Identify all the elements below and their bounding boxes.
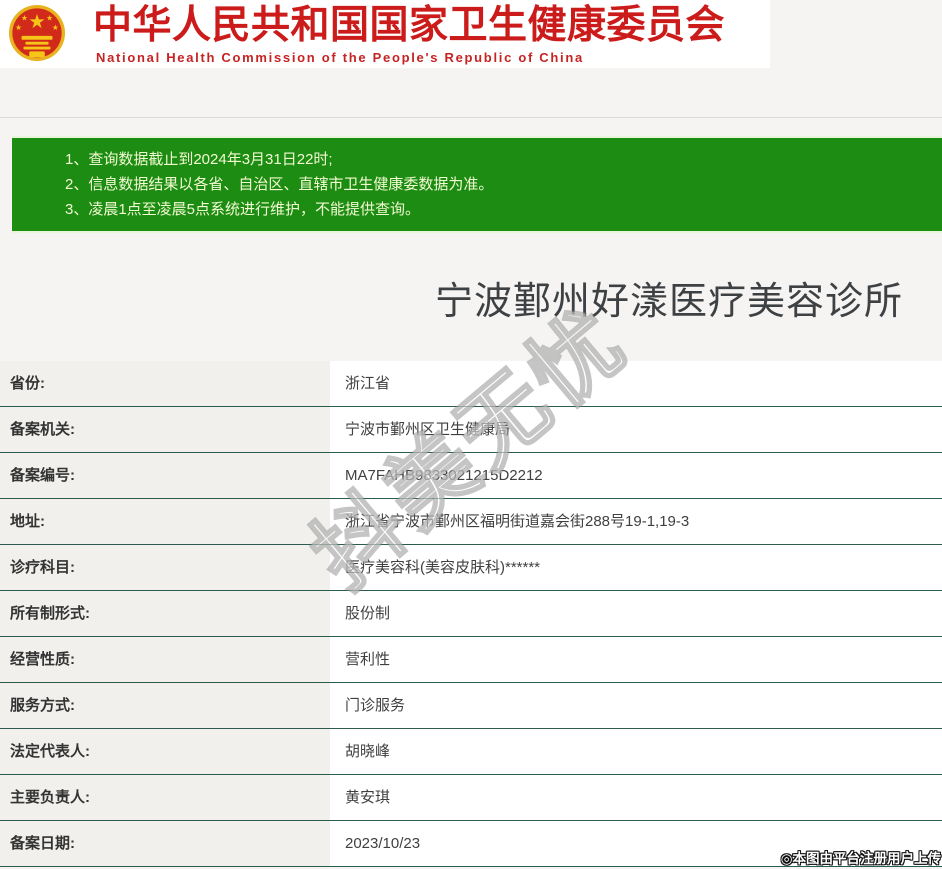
row-label: 备案编号:: [0, 453, 330, 498]
table-row-business-nature: 经营性质: 营利性: [0, 637, 942, 683]
svg-text:★: ★: [52, 23, 59, 32]
row-value: 浙江省: [330, 361, 942, 406]
svg-text:★: ★: [15, 23, 22, 32]
table-row-main-person-in-charge: 主要负责人: 黄安琪: [0, 775, 942, 821]
row-label: 地址:: [0, 499, 330, 544]
svg-text:★: ★: [46, 13, 53, 22]
table-row-legal-representative: 法定代表人: 胡晓峰: [0, 729, 942, 775]
row-value: 门诊服务: [330, 683, 942, 728]
row-value: 营利性: [330, 637, 942, 682]
table-row-treatment-subjects: 诊疗科目: 医疗美容科(美容皮肤科)******: [0, 545, 942, 591]
row-label: 服务方式:: [0, 683, 330, 728]
site-title-english: National Health Commission of the People…: [96, 50, 756, 65]
table-row-service-mode: 服务方式: 门诊服务: [0, 683, 942, 729]
row-label: 所有制形式:: [0, 591, 330, 636]
footer-upload-stamp: ◎本图由平台注册用户上传: [781, 847, 941, 867]
row-value: 浙江省宁波市鄞州区福明街道嘉会街288号19-1,19-3: [330, 499, 942, 544]
record-details-table: 省份: 浙江省 备案机关: 宁波市鄞州区卫生健康局 备案编号: MA7FAHB9…: [0, 361, 942, 867]
national-emblem-icon: ★ ★ ★ ★ ★: [8, 3, 66, 65]
svg-text:★: ★: [28, 12, 45, 33]
row-value: 股份制: [330, 591, 942, 636]
row-label: 诊疗科目:: [0, 545, 330, 590]
table-row-province: 省份: 浙江省: [0, 361, 942, 407]
row-label: 经营性质:: [0, 637, 330, 682]
site-header: ★ ★ ★ ★ ★ 中华人民共和国国家卫生健康委员会 National Heal…: [0, 0, 770, 68]
institution-name-title: 宁波鄞州好漾医疗美容诊所: [396, 270, 942, 325]
svg-text:★: ★: [21, 13, 28, 22]
row-value: 医疗美容科(美容皮肤科)******: [330, 545, 942, 590]
row-label: 法定代表人:: [0, 729, 330, 774]
row-label: 省份:: [0, 361, 330, 406]
table-row-ownership-form: 所有制形式: 股份制: [0, 591, 942, 637]
table-row-filing-authority: 备案机关: 宁波市鄞州区卫生健康局: [0, 407, 942, 453]
table-row-address: 地址: 浙江省宁波市鄞州区福明街道嘉会街288号19-1,19-3: [0, 499, 942, 545]
notice-line-3: 3、凌晨1点至凌晨5点系统进行维护，不能提供查询。: [12, 197, 942, 222]
header-divider-line: [0, 117, 942, 118]
site-title-chinese: 中华人民共和国国家卫生健康委员会: [93, 2, 753, 50]
row-value: 黄安琪: [330, 775, 942, 820]
row-label: 备案日期:: [0, 821, 330, 866]
notice-line-1: 1、查询数据截止到2024年3月31日22时;: [12, 138, 942, 172]
notice-box: 1、查询数据截止到2024年3月31日22时; 2、信息数据结果以各省、自治区、…: [12, 136, 942, 233]
row-value: MA7FAHB9833021215D2212: [330, 453, 942, 498]
notice-line-2: 2、信息数据结果以各省、自治区、直辖市卫生健康委数据为准。: [12, 172, 942, 197]
row-value: 胡晓峰: [330, 729, 942, 774]
row-label: 主要负责人:: [0, 775, 330, 820]
table-row-filing-number: 备案编号: MA7FAHB9833021215D2212: [0, 453, 942, 499]
row-label: 备案机关:: [0, 407, 330, 452]
row-value: 宁波市鄞州区卫生健康局: [330, 407, 942, 452]
